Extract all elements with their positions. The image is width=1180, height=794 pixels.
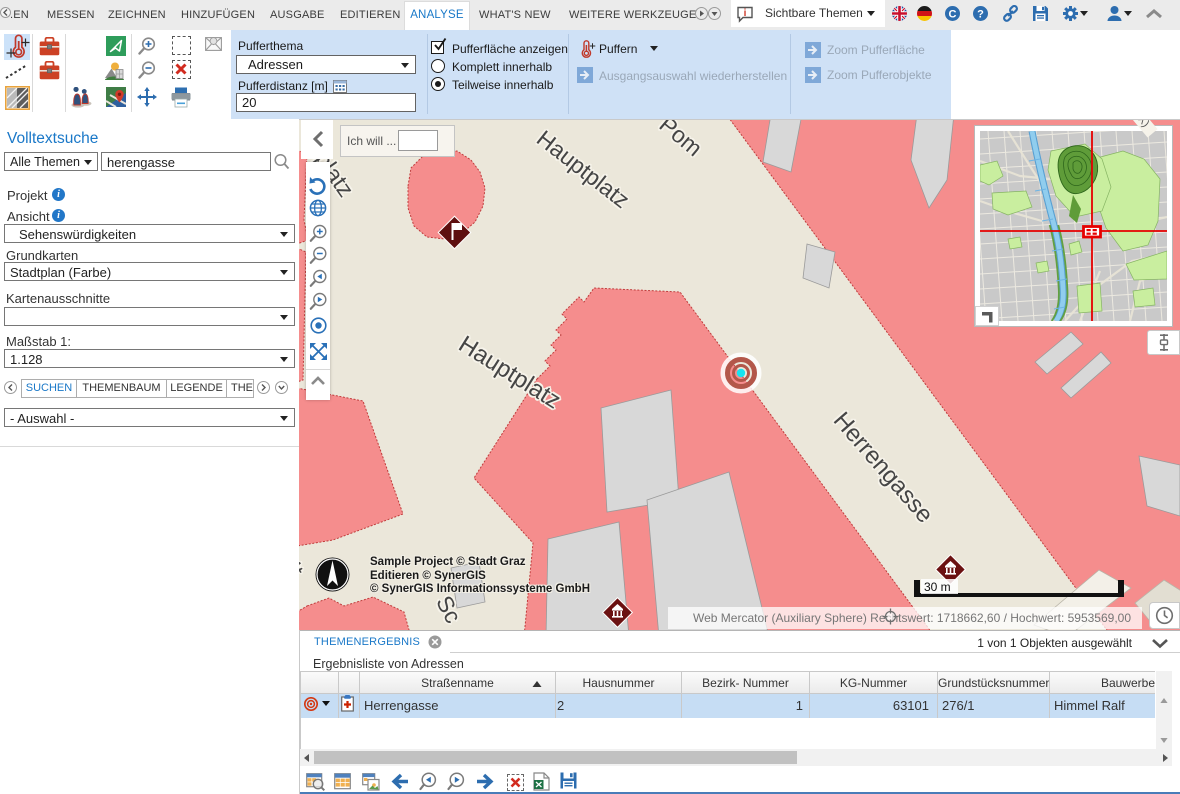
svg-text:30 m: 30 m (924, 580, 951, 594)
svg-text:?: ? (977, 9, 984, 21)
svg-text:C: C (949, 9, 957, 21)
svg-text:i: i (744, 8, 747, 19)
